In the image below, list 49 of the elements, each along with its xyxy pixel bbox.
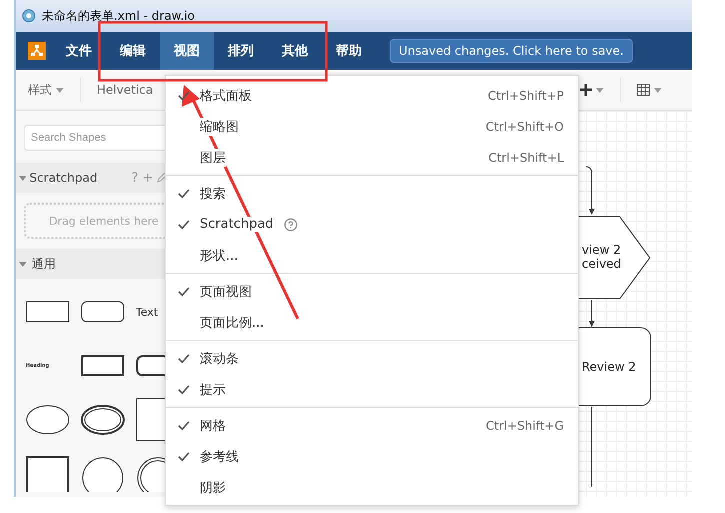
- rounded-rectangle-shape[interactable]: [81, 301, 125, 323]
- menu-item[interactable]: 帮助: [322, 32, 376, 70]
- app-icon: [22, 9, 36, 23]
- shape-label: ceived: [582, 257, 622, 271]
- font-dropdown[interactable]: Helvetica: [97, 83, 154, 97]
- save-notice-button[interactable]: Unsaved changes. Click here to save.: [390, 39, 633, 63]
- collapse-icon[interactable]: [18, 260, 28, 268]
- section-header[interactable]: 通用: [16, 249, 165, 279]
- shape-label: Review 2: [582, 360, 636, 374]
- section-header[interactable]: Scratchpad ? +: [16, 163, 165, 193]
- caret-icon: [56, 88, 64, 92]
- section-title: Scratchpad: [30, 171, 98, 185]
- menu-entry[interactable]: 页面比例...: [166, 307, 578, 338]
- menu-entry[interactable]: 搜索: [166, 178, 578, 209]
- window-title: 未命名的表单.xml - draw.io: [42, 8, 196, 24]
- shape-label: view 2: [582, 243, 622, 257]
- caret-icon: [654, 88, 662, 92]
- menu-item[interactable]: 文件: [52, 32, 106, 70]
- help-icon[interactable]: [284, 218, 298, 232]
- menu-entry[interactable]: 缩略图 Ctrl+Shift+O: [166, 111, 578, 142]
- menu-entry[interactable]: 图层 Ctrl+Shift+L: [166, 142, 578, 173]
- ellipse-shape[interactable]: [81, 405, 125, 435]
- menu-entry[interactable]: 页面视图: [166, 276, 578, 307]
- caret-icon: [596, 88, 604, 92]
- menu-entry[interactable]: 阴影: [166, 472, 578, 503]
- menu-entry[interactable]: 形状...: [166, 240, 578, 271]
- ellipse-shape[interactable]: [26, 405, 70, 435]
- rectangle-shape[interactable]: [26, 301, 70, 323]
- section-title: 通用: [32, 256, 56, 272]
- menu-entry[interactable]: 提示: [166, 374, 578, 405]
- logo-icon: [28, 42, 46, 60]
- menu-item[interactable]: 排列: [214, 32, 268, 70]
- collapse-icon[interactable]: [18, 174, 26, 182]
- connector-line: [586, 166, 598, 216]
- table-icon[interactable]: [637, 84, 650, 96]
- menu-entry[interactable]: 网格 Ctrl+Shift+G: [166, 410, 578, 441]
- plus-icon[interactable]: [580, 84, 592, 96]
- text-shape[interactable]: Text: [136, 306, 158, 318]
- menu-item[interactable]: 编辑: [106, 32, 160, 70]
- menu-entry[interactable]: 格式面板 Ctrl+Shift+P: [166, 80, 578, 111]
- rectangle-shape[interactable]: [81, 355, 125, 377]
- connector-line: [586, 300, 598, 328]
- menu-item[interactable]: 视图: [160, 32, 214, 70]
- menu-item[interactable]: 其他: [268, 32, 322, 70]
- style-dropdown[interactable]: 样式: [28, 82, 52, 98]
- menu-entry[interactable]: Scratchpad: [166, 209, 578, 240]
- menu-entry[interactable]: 参考线: [166, 441, 578, 472]
- menu-entry[interactable]: 滚动条: [166, 343, 578, 374]
- search-field[interactable]: Search Shapes: [24, 125, 165, 151]
